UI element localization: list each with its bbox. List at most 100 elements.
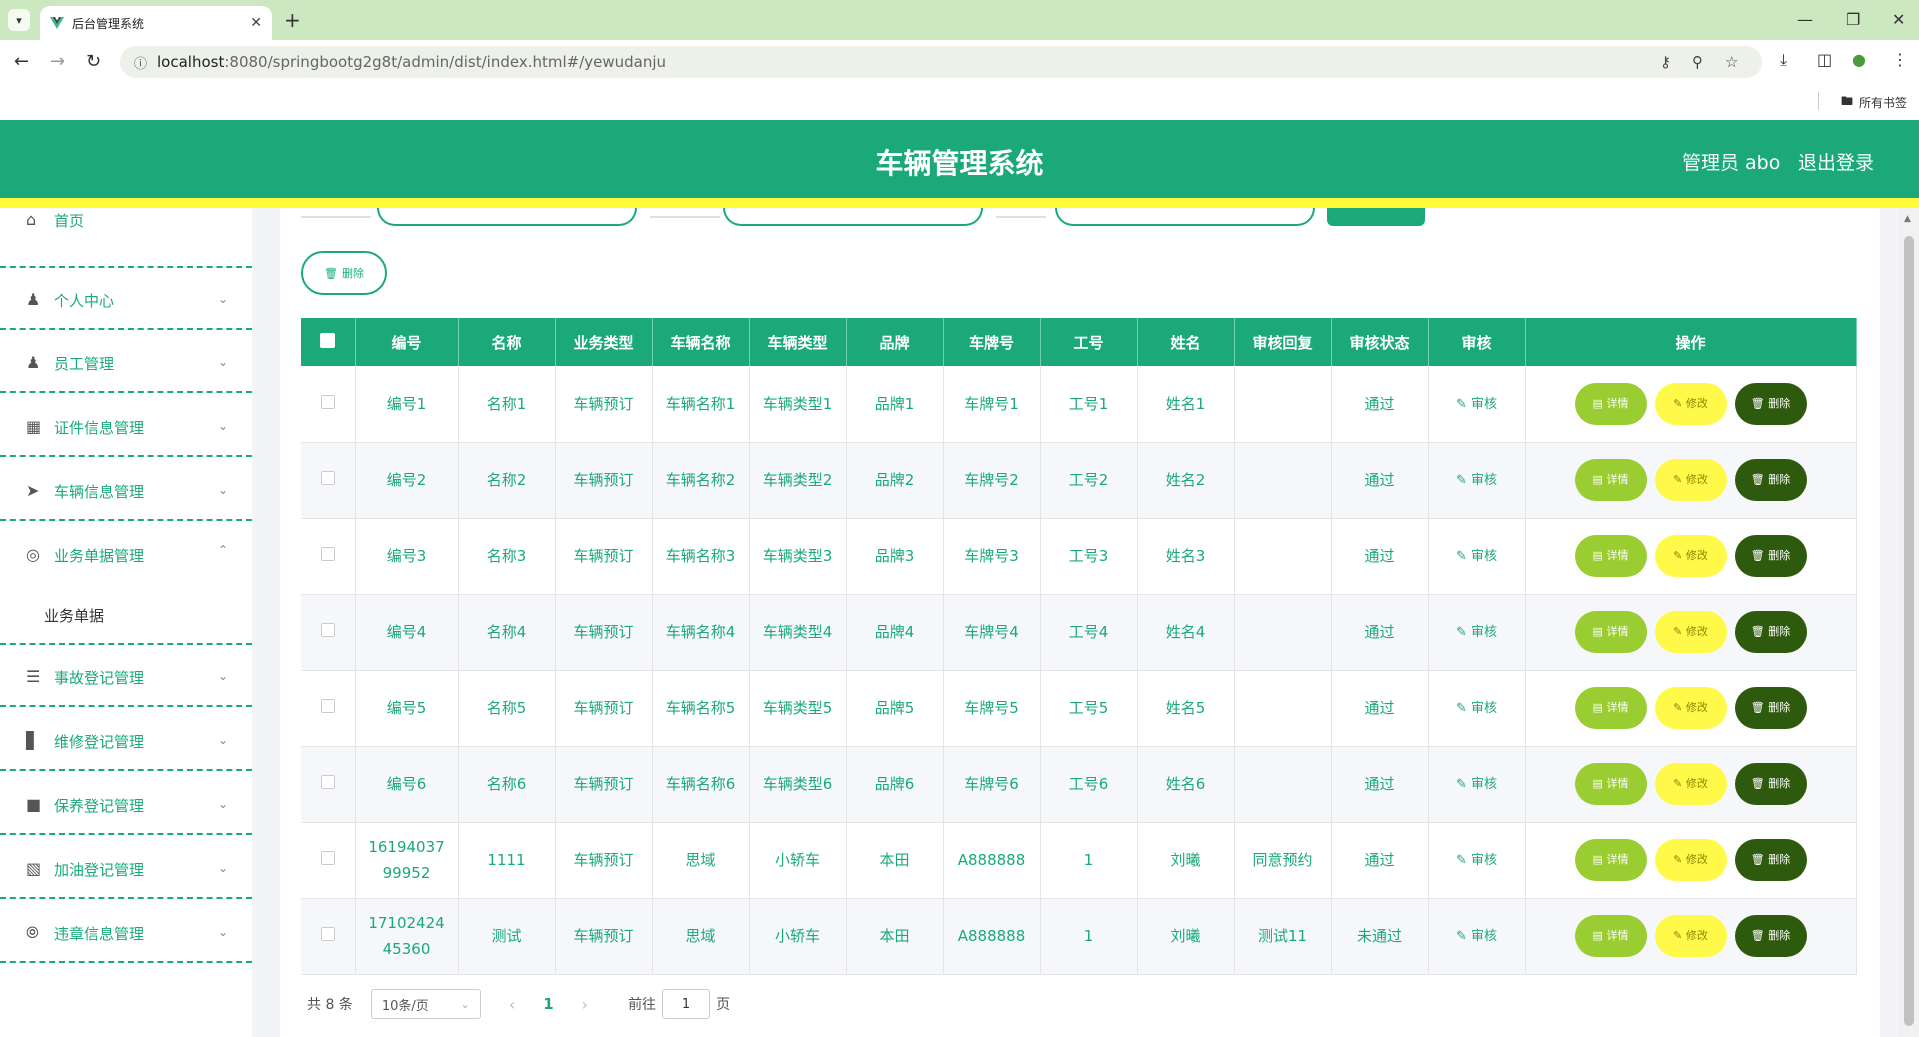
delete-button[interactable]: 🗑 删除: [1734, 839, 1807, 881]
sidebar-subitem-business-doc[interactable]: 业务单据: [44, 605, 104, 626]
page-size-select[interactable]: 10条/页 ⌄: [370, 989, 481, 1019]
kebab-menu-icon[interactable]: ⋮: [1892, 50, 1908, 69]
row-checkbox[interactable]: [320, 775, 335, 789]
zoom-icon[interactable]: ⚲: [1692, 53, 1703, 71]
row-checkbox[interactable]: [320, 623, 335, 637]
row-select-cell[interactable]: [301, 898, 356, 975]
prev-page-icon[interactable]: ‹: [509, 995, 515, 1014]
row-checkbox[interactable]: [320, 471, 335, 485]
sidebar-item-certificate[interactable]: ▦ 证件信息管理 ⌄: [0, 395, 252, 457]
detail-button[interactable]: ▤ 详情: [1574, 535, 1647, 577]
audit-link[interactable]: ✎ 审核: [1456, 625, 1497, 640]
search-input-fragment[interactable]: [723, 208, 983, 226]
search-button[interactable]: [1327, 208, 1425, 226]
delete-label: 删除: [1768, 625, 1791, 638]
audit-link[interactable]: ✎ 审核: [1456, 549, 1497, 564]
row-checkbox[interactable]: [320, 547, 335, 561]
restore-icon[interactable]: ❐: [1846, 10, 1860, 29]
logout-link[interactable]: 退出登录: [1798, 148, 1874, 175]
sidepanel-icon[interactable]: ◫: [1817, 50, 1832, 69]
new-tab-plus-icon[interactable]: +: [284, 8, 301, 32]
tab-search-button[interactable]: ▾: [8, 9, 30, 31]
row-select-cell[interactable]: [301, 822, 356, 899]
row-checkbox[interactable]: [320, 927, 335, 941]
edit-button[interactable]: ✎ 修改: [1654, 915, 1727, 957]
sidebar-item-vehicle[interactable]: ➤ 车辆信息管理 ⌄: [0, 459, 252, 521]
select-all-checkbox[interactable]: [320, 332, 336, 348]
edit-button[interactable]: ✎ 修改: [1654, 611, 1727, 653]
edit-button[interactable]: ✎ 修改: [1654, 459, 1727, 501]
detail-button[interactable]: ▤ 详情: [1574, 382, 1647, 425]
sidebar-item-maintenance[interactable]: ■ 保养登记管理 ⌄: [0, 773, 252, 835]
next-page-icon[interactable]: ›: [582, 995, 588, 1014]
edit-button[interactable]: ✎ 修改: [1654, 535, 1727, 577]
sidebar-item-violation[interactable]: ⦾ 违章信息管理 ⌄: [0, 901, 252, 963]
sidebar-item-business[interactable]: ◎ 业务单据管理 ⌃ 业务单据: [0, 523, 252, 645]
edit-button[interactable]: ✎ 修改: [1654, 839, 1727, 881]
goto-page-input[interactable]: [662, 989, 711, 1019]
detail-label: 详情: [1606, 777, 1629, 790]
audit-link[interactable]: ✎ 审核: [1456, 473, 1497, 488]
row-select-cell[interactable]: [301, 518, 356, 595]
audit-link[interactable]: ✎ 审核: [1456, 701, 1497, 716]
url-input[interactable]: ⓘ localhost:8080/springbootg2g8t/admin/d…: [120, 46, 1762, 78]
delete-button[interactable]: 🗑 删除: [1734, 382, 1807, 425]
detail-button[interactable]: ▤ 详情: [1574, 839, 1647, 881]
row-checkbox[interactable]: [320, 394, 335, 409]
reload-icon[interactable]: ↻: [86, 51, 101, 72]
detail-button[interactable]: ▤ 详情: [1574, 459, 1647, 501]
sidebar-item-home[interactable]: ⌂ 首页: [0, 198, 252, 268]
delete-button[interactable]: 🗑 删除: [1734, 535, 1807, 577]
minimize-icon[interactable]: —: [1797, 10, 1813, 29]
page-number[interactable]: 1: [543, 995, 553, 1013]
scroll-up-arrow-icon[interactable]: ▲: [1904, 214, 1911, 224]
row-checkbox[interactable]: [320, 851, 335, 865]
detail-button[interactable]: ▤ 详情: [1574, 915, 1647, 957]
audit-link[interactable]: ✎ 审核: [1456, 853, 1497, 868]
detail-button[interactable]: ▤ 详情: [1574, 687, 1647, 729]
sidebar-item-staff[interactable]: ♟ 员工管理 ⌄: [0, 331, 252, 393]
download-icon[interactable]: ⤓: [1780, 50, 1787, 70]
sidebar-item-repair[interactable]: ▋ 维修登记管理 ⌄: [0, 709, 252, 771]
search-input-fragment[interactable]: [377, 208, 637, 226]
password-key-icon[interactable]: ⚷: [1660, 53, 1671, 71]
select-all-cell[interactable]: [301, 318, 356, 366]
browser-tab[interactable]: 后台管理系统 ✕: [40, 6, 272, 40]
page-scrollbar[interactable]: ▲: [1899, 208, 1919, 1037]
close-icon[interactable]: ✕: [250, 15, 262, 31]
delete-button[interactable]: 🗑 删除: [1734, 915, 1807, 957]
back-arrow-icon[interactable]: ←: [14, 51, 29, 72]
site-info-icon[interactable]: ⓘ: [134, 53, 147, 72]
detail-button[interactable]: ▤ 详情: [1574, 611, 1647, 653]
delete-button[interactable]: 🗑 删除: [1734, 459, 1807, 501]
forward-arrow-icon[interactable]: →: [50, 51, 65, 72]
bookmark-star-icon[interactable]: ☆: [1725, 53, 1738, 71]
profile-avatar-icon[interactable]: ●: [1852, 50, 1866, 69]
edit-button[interactable]: ✎ 修改: [1654, 687, 1727, 729]
row-select-cell[interactable]: [301, 746, 356, 823]
row-select-cell[interactable]: [301, 442, 356, 519]
delete-button[interactable]: 🗑 删除: [1734, 763, 1807, 805]
sidebar-item-personal[interactable]: ♟ 个人中心 ⌄: [0, 268, 252, 330]
edit-button[interactable]: ✎ 修改: [1654, 763, 1727, 805]
all-bookmarks-button[interactable]: 🖿 所有书签: [1841, 92, 1907, 113]
search-input-fragment[interactable]: [1055, 208, 1315, 226]
detail-button[interactable]: ▤ 详情: [1574, 763, 1647, 805]
audit-link[interactable]: ✎ 审核: [1456, 777, 1497, 792]
batch-delete-button[interactable]: 🗑 删除: [301, 251, 387, 295]
row-select-cell[interactable]: [301, 594, 356, 671]
scroll-thumb[interactable]: [1904, 236, 1914, 1026]
table-cell: 工号5: [1040, 670, 1138, 747]
delete-button[interactable]: 🗑 删除: [1734, 687, 1807, 729]
row-checkbox[interactable]: [320, 699, 335, 713]
calendar-icon: ▧: [26, 859, 42, 878]
audit-link[interactable]: ✎ 审核: [1456, 929, 1497, 944]
row-select-cell[interactable]: [301, 366, 356, 443]
edit-button[interactable]: ✎ 修改: [1654, 382, 1727, 425]
sidebar-item-refuel[interactable]: ▧ 加油登记管理 ⌄: [0, 837, 252, 899]
delete-button[interactable]: 🗑 删除: [1734, 611, 1807, 653]
window-close-icon[interactable]: ✕: [1892, 10, 1905, 29]
sidebar-item-accident[interactable]: ☰ 事故登记管理 ⌄: [0, 645, 252, 707]
row-select-cell[interactable]: [301, 670, 356, 747]
audit-link[interactable]: ✎ 审核: [1456, 397, 1497, 412]
